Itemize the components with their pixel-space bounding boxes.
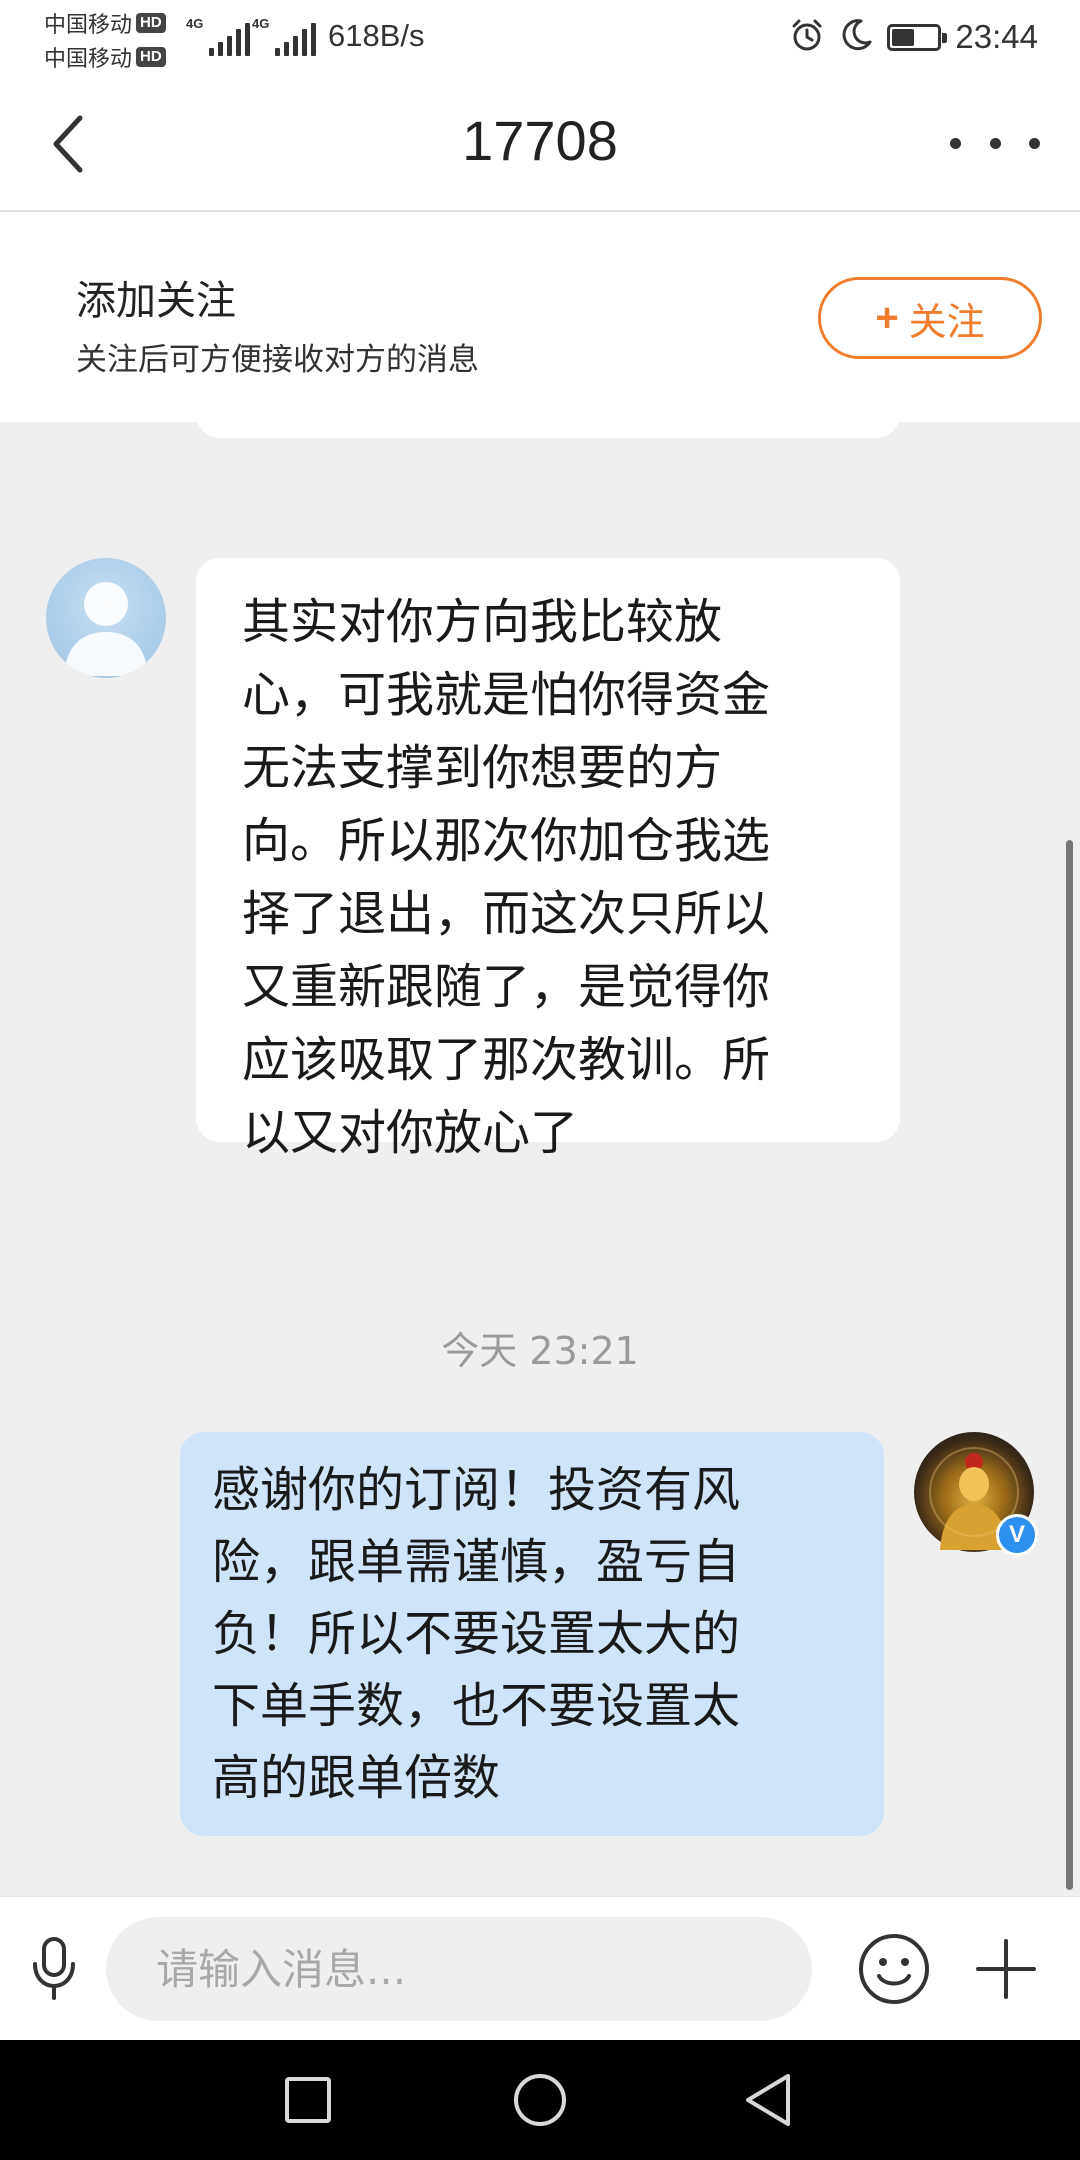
plus-icon [976, 1939, 1036, 1999]
signal-strength-icon: 4G [252, 16, 317, 56]
system-navigation-bar [0, 2040, 1080, 2160]
back-nav-button[interactable] [730, 2062, 806, 2138]
network-speed: 618B/s [328, 18, 425, 53]
more-dots-icon [989, 137, 1001, 149]
follow-title: 添加关注 [76, 278, 236, 324]
follow-button[interactable]: + 关注 [818, 277, 1042, 359]
chat-header: 17708 [0, 76, 1080, 212]
recent-apps-icon [285, 2077, 331, 2123]
chat-scrollbar[interactable] [1066, 840, 1073, 1890]
page-title: 17708 [462, 109, 618, 172]
network-type: 4G [252, 16, 270, 31]
more-options-button[interactable] [950, 118, 1040, 168]
home-icon [514, 2074, 566, 2126]
battery-level [892, 28, 914, 46]
emoji-icon [859, 1934, 929, 2004]
carrier-name: 中国移动 [44, 13, 133, 38]
follow-description: 关注后可方便接收对方的消息 [76, 342, 479, 378]
mic-icon [33, 1937, 75, 2000]
more-dots-icon [950, 137, 961, 149]
recent-apps-button[interactable] [270, 2062, 346, 2138]
previous-message-bubble [196, 422, 900, 438]
default-user-avatar[interactable] [46, 558, 166, 678]
clock: 23:44 [955, 18, 1038, 55]
alarm-icon [789, 17, 825, 57]
message-bubble-sent[interactable]: 感谢你的订阅！投资有风 险，跟单需谨慎，盈亏自 负！所以不要设置太大的 下单手数… [180, 1432, 884, 1836]
emoji-button[interactable] [856, 1931, 932, 2007]
more-dots-icon [1029, 137, 1040, 149]
battery-icon [887, 23, 948, 51]
verified-badge: V [996, 1514, 1038, 1556]
chevron-left-icon [53, 115, 83, 173]
hd-badge: HD [136, 13, 166, 33]
network-type: 4G [186, 16, 204, 31]
back-triangle-icon [746, 2074, 790, 2126]
home-button[interactable] [502, 2062, 578, 2138]
carrier-name: 中国移动 [44, 47, 133, 72]
status-bar: 中国移动 HD 中国移动 HD 4G 4G 618B/s 23:44 [0, 0, 1080, 76]
signal-strength-icon: 4G [186, 16, 251, 56]
plus-icon: + [875, 295, 899, 340]
message-input[interactable] [106, 1917, 812, 2021]
more-actions-button[interactable] [968, 1931, 1044, 2007]
voice-input-button[interactable] [22, 1927, 86, 2011]
follow-button-label: 关注 [908, 299, 985, 344]
carrier-row-2: 中国移动 HD [44, 40, 166, 74]
chat-messages[interactable]: 其实对你方向我比较放 心，可我就是怕你得资金 无法支撑到你想要的方 向。所以那次… [0, 422, 1080, 1896]
hd-badge: HD [136, 47, 166, 67]
carrier-info: 中国移动 HD 中国移动 HD [44, 6, 166, 74]
follow-panel: 添加关注 关注后可方便接收对方的消息 + 关注 [0, 212, 1080, 422]
back-button[interactable] [28, 104, 108, 184]
message-bubble-received[interactable]: 其实对你方向我比较放 心，可我就是怕你得资金 无法支撑到你想要的方 向。所以那次… [196, 558, 900, 1161]
message-timestamp: 今天 23:21 [441, 1329, 639, 1373]
status-icons: 23:44 [789, 14, 1038, 60]
person-silhouette-icon [64, 582, 148, 676]
moon-icon [839, 18, 873, 56]
buddha-avatar[interactable]: V [914, 1432, 1038, 1556]
carrier-row-1: 中国移动 HD [44, 6, 166, 40]
message-input-bar [0, 1896, 1080, 2040]
